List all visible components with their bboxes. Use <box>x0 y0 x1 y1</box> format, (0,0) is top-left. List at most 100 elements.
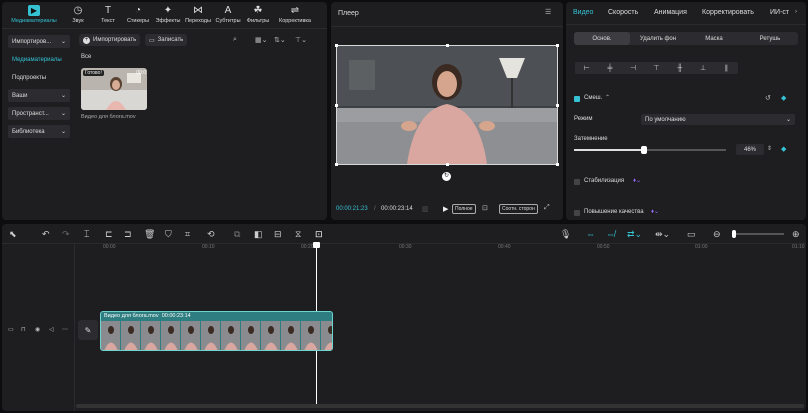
crop-icon[interactable]: ⌗ <box>185 229 190 240</box>
split-left-icon[interactable]: ⊏ <box>105 229 113 240</box>
resize-handle[interactable] <box>335 44 338 47</box>
align-bottom-icon[interactable]: ⊥ <box>691 62 714 74</box>
sort-icon[interactable]: ⇅⌄ <box>274 36 286 44</box>
playhead-handle[interactable] <box>312 242 320 248</box>
redo-icon[interactable]: ↷ <box>62 229 70 240</box>
menu-icon[interactable]: ☰ <box>545 8 551 16</box>
tab-adjust[interactable]: ⇌ Коррективка <box>273 2 317 28</box>
cover-edit-button[interactable]: ✎ <box>78 320 98 340</box>
chevron-up-icon[interactable]: ⌃ <box>605 94 610 101</box>
subtab-remove-bg[interactable]: Удалить фон <box>630 32 686 45</box>
speed-icon[interactable]: ⧖ <box>295 229 301 240</box>
magnet-icon[interactable]: ⇎ <box>606 229 615 239</box>
track-preview-icon[interactable]: ▭ <box>8 326 14 333</box>
undo-icon[interactable]: ↶ <box>42 229 50 240</box>
media-thumbnail[interactable]: Готово! 00:0 <box>81 68 147 110</box>
subtab-mask[interactable]: Маска <box>686 32 742 45</box>
resize-handle[interactable] <box>556 163 559 166</box>
filter-icon[interactable]: ⊤⌄ <box>295 36 307 44</box>
aspect-ratio-button[interactable]: Соотн. сторон <box>499 204 538 214</box>
import-button[interactable]: + Импортировать <box>79 34 141 46</box>
zoom-out-icon[interactable]: ⊖ <box>713 229 721 240</box>
delete-icon[interactable]: 🗑 <box>144 229 155 240</box>
freeze-icon[interactable]: ⊟ <box>274 229 282 240</box>
sidebar-item-library[interactable]: Библиотека ⌄ <box>8 125 70 138</box>
lock-icon[interactable]: ⊓ <box>21 326 26 333</box>
reset-icon[interactable]: ↺ <box>765 94 771 102</box>
resize-handle[interactable] <box>556 104 559 107</box>
more-icon[interactable]: ⋯ <box>62 326 68 333</box>
record-button[interactable]: ▭ Записать <box>145 34 188 46</box>
mirror-icon[interactable]: ◧ <box>254 229 263 240</box>
resize-handle[interactable] <box>446 44 449 47</box>
subtab-basic[interactable]: Основ. <box>574 32 630 45</box>
play-icon[interactable]: ▶ <box>443 205 448 213</box>
link-icon[interactable]: ⇔ <box>586 229 595 239</box>
distribute-icon[interactable]: ∥ <box>715 62 738 74</box>
subtab-retouch[interactable]: Ретушь <box>742 32 798 45</box>
align-middle-v-icon[interactable]: ╫ <box>668 62 691 74</box>
microphone-icon[interactable]: 🎙 <box>560 229 571 240</box>
opacity-slider[interactable] <box>574 146 726 154</box>
split-icon[interactable]: ⌶ <box>84 229 89 240</box>
tab-text[interactable]: T Текст <box>93 2 123 28</box>
quality-checkbox[interactable] <box>574 210 580 216</box>
filter-all-label[interactable]: Все <box>81 54 91 60</box>
waveform-icon[interactable]: ▥ <box>422 205 429 213</box>
tab-video[interactable]: Видео <box>573 9 593 16</box>
chevron-right-icon[interactable]: › <box>795 9 797 15</box>
mode-dropdown[interactable]: По умолчанию ⌄ <box>641 114 795 125</box>
resize-handle[interactable] <box>446 163 449 166</box>
opacity-input[interactable]: 46% <box>736 144 764 155</box>
resize-handle[interactable] <box>335 104 338 107</box>
tab-audio[interactable]: ◷ Звук <box>63 2 93 28</box>
resize-handle[interactable] <box>556 44 559 47</box>
tab-transitions[interactable]: ⋈ Переходы <box>183 2 213 28</box>
view-grid-icon[interactable]: ▦⌄ <box>255 36 267 44</box>
tab-effects[interactable]: ✦ Эффекты <box>153 2 183 28</box>
align-top-icon[interactable]: ⊤ <box>645 62 668 74</box>
resize-handle[interactable] <box>335 163 338 166</box>
tab-adjust[interactable]: Корректировать <box>702 9 754 16</box>
align-center-h-icon[interactable]: ╪ <box>598 62 621 74</box>
shield-icon[interactable]: ⛉ <box>165 229 172 240</box>
align-left-icon[interactable]: ⊢ <box>575 62 598 74</box>
tab-ai-style[interactable]: ИИ-ст <box>770 9 789 16</box>
opacity-slider-knob[interactable] <box>640 146 647 154</box>
tab-filters[interactable]: ☘ Фильтры <box>243 2 273 28</box>
video-clip[interactable]: Видео для блога.mov 00:00:23:14 <box>100 311 333 351</box>
video-preview[interactable] <box>335 44 559 166</box>
keyframe-icon[interactable]: ◆ <box>781 145 786 153</box>
fullscreen-button[interactable]: Полное <box>452 204 476 214</box>
auto-reframe-icon[interactable]: ⟲ <box>207 229 215 240</box>
tab-captions[interactable]: A Субтитры <box>213 2 243 28</box>
zoom-slider[interactable] <box>732 230 784 238</box>
select-tool-icon[interactable]: ⬉ <box>9 229 17 240</box>
eye-icon[interactable]: ◉ <box>35 326 40 333</box>
audio-icon[interactable]: ◁ <box>49 326 54 333</box>
zoom-slider-knob[interactable] <box>732 230 736 238</box>
captions-icon[interactable]: ⊡ <box>315 229 323 240</box>
blend-checkbox[interactable] <box>574 96 580 102</box>
sidebar-item-space[interactable]: Пространст... ⌄ <box>8 107 70 120</box>
tab-sticker[interactable]: ◔ Стикеры <box>123 2 153 28</box>
search-icon[interactable]: ⌕ <box>233 36 237 44</box>
sidebar-item-yours[interactable]: Ваши ⌄ <box>8 89 70 102</box>
stepper-icon[interactable]: ⇕ <box>767 145 772 152</box>
replace-icon[interactable]: ⧉ <box>234 229 240 240</box>
fit-icon[interactable]: ▭ <box>687 229 696 240</box>
tab-media[interactable]: ▶ Медиаматериалы <box>5 2 63 28</box>
horizontal-scrollbar[interactable] <box>76 404 804 408</box>
preview-axis-icon[interactable]: ⇹⌄ <box>655 229 670 240</box>
screenshot-icon[interactable]: ⊡ <box>482 204 488 212</box>
sidebar-item-media[interactable]: Медиаматериалы <box>8 53 70 66</box>
split-right-icon[interactable]: ⊐ <box>124 229 132 240</box>
sidebar-item-subprojects[interactable]: Подпроекты <box>8 71 70 84</box>
stabilize-checkbox[interactable] <box>574 179 580 185</box>
keyframe-icon[interactable]: ◆ <box>781 94 786 102</box>
import-dropdown[interactable]: Импортиров... ⌄ <box>8 35 70 48</box>
tab-animation[interactable]: Анимация <box>654 9 687 16</box>
align-right-icon[interactable]: ⊣ <box>622 62 645 74</box>
snap-icon[interactable]: ⇄⌄ <box>627 229 642 240</box>
tab-speed[interactable]: Скорость <box>608 9 638 16</box>
